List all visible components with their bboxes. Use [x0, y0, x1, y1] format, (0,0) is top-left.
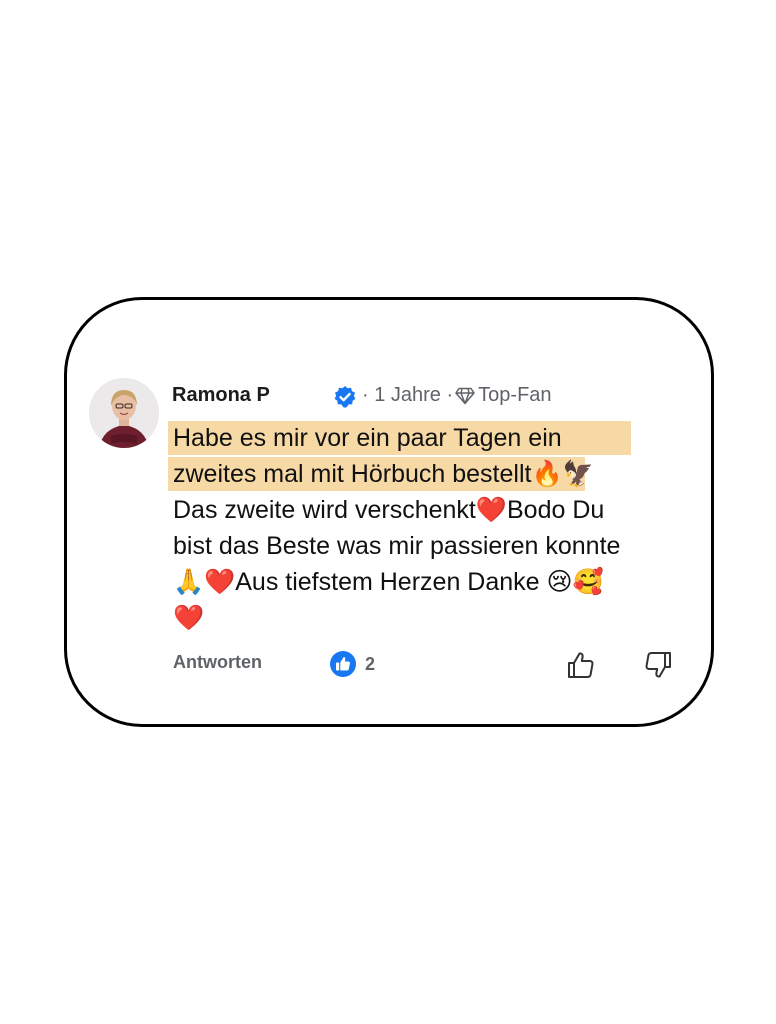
comment-text: Habe es mir vor ein paar Tagen ein zweit…	[173, 420, 693, 636]
avatar[interactable]	[89, 378, 159, 448]
thumbs-down-icon[interactable]	[642, 649, 674, 681]
thumbs-up-icon[interactable]	[565, 649, 597, 681]
like-count: 2	[365, 654, 376, 674]
comment-line: Das zweite wird verschenkt❤️Bodo Du	[173, 496, 605, 524]
like-badge-icon[interactable]	[329, 650, 357, 678]
reply-button[interactable]: Antworten	[173, 652, 262, 673]
comment-time: · 1 Jahre ·	[362, 384, 454, 406]
comment-line: ❤️	[173, 604, 205, 632]
comment-line: bist das Beste was mir passieren konnte	[173, 532, 621, 560]
comment-line: Habe es mir vor ein paar Tagen ein	[173, 424, 562, 452]
comment-meta: · 1 Jahre · Top-Fan	[362, 384, 552, 407]
avatar-photo-icon	[89, 378, 159, 448]
diamond-icon	[455, 387, 475, 404]
top-fan-badge: Top-Fan	[478, 384, 552, 406]
comment-card: Ramona P · 1 Jahre · Top-Fan Habe es mir…	[64, 297, 714, 727]
comment-line: 🙏❤️Aus tiefstem Herzen Danke 😢🥰	[173, 568, 604, 596]
comment-line: zweites mal mit Hörbuch bestellt🔥🦅	[173, 460, 594, 488]
author-name[interactable]: Ramona P	[172, 384, 270, 407]
verified-badge-icon	[334, 386, 356, 408]
